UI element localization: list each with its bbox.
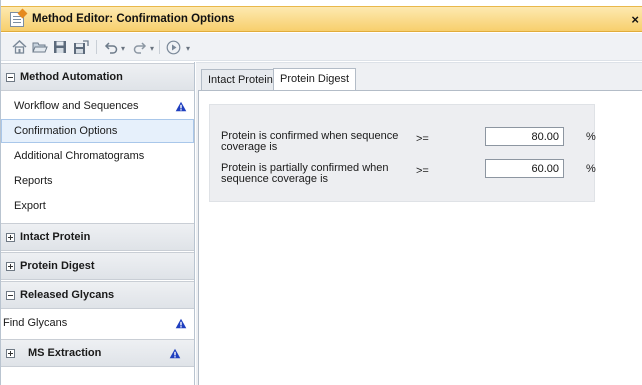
- sidebar-item-confirmation-options[interactable]: Confirmation Options: [1, 119, 194, 143]
- sidebar-item-find-glycans[interactable]: Find Glycans: [1, 311, 194, 335]
- group-label: Protein Digest: [20, 260, 95, 272]
- warning-icon: [175, 101, 187, 112]
- partially-confirmed-unit: %: [586, 163, 596, 175]
- group-label: Method Automation: [20, 71, 123, 83]
- confirmed-coverage-label: Protein is confirmed when sequence cover…: [221, 130, 399, 153]
- save-icon[interactable]: [52, 39, 68, 55]
- group-intact-protein[interactable]: Intact Protein: [1, 223, 194, 251]
- method-editor-window: Method Editor: Confirmation Options × ▾ …: [0, 0, 642, 385]
- sidebar-item-reports[interactable]: Reports: [1, 169, 194, 193]
- group-method-automation[interactable]: Method Automation: [1, 63, 194, 91]
- redo-icon[interactable]: [133, 39, 147, 55]
- group-released-glycans[interactable]: Released Glycans: [1, 281, 194, 309]
- undo-icon[interactable]: [104, 39, 118, 55]
- sidebar-item-label: Find Glycans: [3, 317, 68, 329]
- tab-intact-protein[interactable]: Intact Protein: [201, 69, 280, 90]
- confirmation-panel: Protein is confirmed when sequence cover…: [209, 104, 596, 202]
- redo-dropdown-icon[interactable]: ▾: [150, 44, 154, 53]
- sidebar-item-export[interactable]: Export: [1, 194, 194, 218]
- open-folder-icon[interactable]: [32, 39, 48, 55]
- sidebar-item-label: Reports: [14, 175, 53, 187]
- window-title: Method Editor: Confirmation Options: [32, 13, 235, 25]
- warning-icon: [169, 348, 181, 359]
- group-label: Intact Protein: [20, 231, 91, 243]
- method-editor-icon: [10, 12, 24, 27]
- home-icon[interactable]: [11, 39, 27, 55]
- partially-confirmed-coverage-input[interactable]: [485, 159, 564, 178]
- sidebar-item-label: Export: [14, 200, 46, 212]
- sidebar-item-label: Confirmation Options: [14, 125, 118, 137]
- expand-icon[interactable]: [6, 262, 15, 271]
- warning-icon: [175, 318, 187, 329]
- tab-body: Protein is confirmed when sequence cover…: [198, 90, 642, 385]
- tab-protein-digest[interactable]: Protein Digest: [273, 68, 357, 91]
- main-content: Intact Protein Protein Digest Protein is…: [196, 62, 642, 385]
- sidebar: Method Automation Workflow and Sequences…: [1, 62, 195, 385]
- run-dropdown-icon[interactable]: ▾: [186, 44, 190, 53]
- confirmed-coverage-input[interactable]: [485, 127, 564, 146]
- toolbar: ▾ ▾ ▾: [1, 33, 642, 61]
- title-bar: Method Editor: Confirmation Options ×: [1, 6, 642, 32]
- sidebar-item-label: Workflow and Sequences: [14, 100, 139, 112]
- group-label: Released Glycans: [20, 289, 115, 301]
- group-ms-extraction[interactable]: MS Extraction: [1, 339, 194, 367]
- sidebar-item-label: Additional Chromatograms: [14, 150, 145, 162]
- partially-confirmed-coverage-label: Protein is partially confirmed when sequ…: [221, 162, 389, 185]
- close-button[interactable]: ×: [631, 12, 639, 27]
- confirmed-operator: >=: [416, 133, 429, 145]
- sidebar-item-additional-chromatograms[interactable]: Additional Chromatograms: [1, 144, 194, 168]
- confirmed-unit: %: [586, 131, 596, 143]
- sidebar-item-workflow-and-sequences[interactable]: Workflow and Sequences: [1, 94, 194, 118]
- collapse-icon[interactable]: [6, 73, 15, 82]
- toolbar-separator: [159, 40, 160, 54]
- undo-dropdown-icon[interactable]: ▾: [121, 44, 125, 53]
- run-icon[interactable]: [165, 39, 181, 55]
- group-label: MS Extraction: [28, 347, 102, 359]
- partially-confirmed-operator: >=: [416, 165, 429, 177]
- expand-icon[interactable]: [6, 233, 15, 242]
- save-as-icon[interactable]: [72, 39, 90, 55]
- collapse-icon[interactable]: [6, 291, 15, 300]
- toolbar-separator: [96, 40, 97, 54]
- group-protein-digest[interactable]: Protein Digest: [1, 252, 194, 280]
- expand-icon[interactable]: [6, 349, 15, 358]
